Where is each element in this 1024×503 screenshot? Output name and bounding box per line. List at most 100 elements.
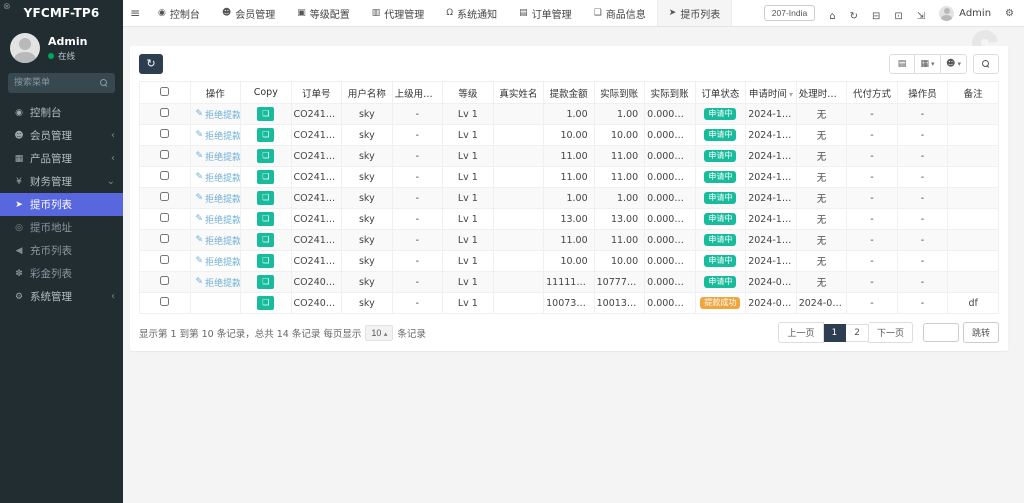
row-checkbox[interactable] bbox=[160, 150, 169, 159]
sidebar-search-button[interactable] bbox=[93, 73, 115, 93]
select-all-checkbox[interactable] bbox=[160, 87, 169, 96]
row-checkbox[interactable] bbox=[160, 297, 169, 306]
nav-tab-withdraw-list[interactable]: ➤提币列表 bbox=[657, 0, 733, 26]
refresh-button[interactable]: ↻ bbox=[139, 54, 163, 74]
page-size-dropdown[interactable]: 10 ▴ bbox=[365, 325, 393, 341]
col-header-copy: Copy bbox=[241, 82, 292, 104]
copy-button[interactable]: ❏ bbox=[257, 275, 274, 289]
page-button-1[interactable]: 1 bbox=[824, 324, 847, 342]
reject-withdraw-link[interactable]: ✎拒绝提款 bbox=[196, 192, 241, 205]
copy-button[interactable]: ❏ bbox=[257, 254, 274, 268]
jump-button[interactable]: 跳转 bbox=[963, 322, 999, 343]
sidebar-item-withdraw-address[interactable]: ◎提币地址 bbox=[0, 216, 123, 239]
reject-withdraw-link[interactable]: ✎拒绝提款 bbox=[196, 108, 241, 121]
reject-withdraw-link[interactable]: ✎拒绝提款 bbox=[196, 234, 241, 247]
sidebar-item-members[interactable]: ☻会员管理‹ bbox=[0, 124, 123, 147]
copy-button[interactable]: ❏ bbox=[257, 128, 274, 142]
cell-level: Lv 1 bbox=[443, 293, 494, 314]
trash-icon[interactable]: ⊟ bbox=[872, 11, 880, 22]
sidebar-item-products[interactable]: ▦产品管理‹ bbox=[0, 147, 123, 170]
sidebar-item-finance[interactable]: ¥财务管理⌄ bbox=[0, 170, 123, 193]
next-page-button[interactable]: 下一页 bbox=[869, 322, 913, 343]
col-header-process_time[interactable]: 处理时间⇅ bbox=[796, 82, 847, 104]
reject-withdraw-link[interactable]: ✎拒绝提款 bbox=[196, 213, 241, 226]
reject-withdraw-link[interactable]: ✎拒绝提款 bbox=[196, 150, 241, 163]
sidebar-item-bonus-list[interactable]: ✽彩金列表 bbox=[0, 262, 123, 285]
row-checkbox[interactable] bbox=[160, 213, 169, 222]
export-button[interactable]: ☻ ▾ bbox=[941, 54, 967, 74]
cell-actual1: 1.00 bbox=[594, 188, 645, 209]
nav-tab-notifications[interactable]: Ω系统通知 bbox=[435, 0, 508, 26]
goods-icon: ❑ bbox=[594, 8, 602, 18]
nav-tab-dashboard[interactable]: ◉控制台 bbox=[147, 0, 211, 26]
refresh-icon[interactable]: ↻ bbox=[850, 11, 858, 22]
copy-button[interactable]: ❏ bbox=[257, 170, 274, 184]
prev-page-button[interactable]: 上一页 bbox=[778, 322, 823, 343]
cell-amount: 1.00 bbox=[544, 188, 595, 209]
sidebar-search-input[interactable] bbox=[8, 73, 93, 93]
col-header-label: 处理时间 bbox=[799, 89, 837, 100]
col-header-select[interactable] bbox=[140, 82, 191, 104]
copy-button[interactable]: ❏ bbox=[257, 212, 274, 226]
col-header-apply_time[interactable]: 申请时间▾ bbox=[746, 82, 797, 104]
nav-tab-label: 订单管理 bbox=[532, 6, 572, 21]
reject-withdraw-link[interactable]: ✎拒绝提款 bbox=[196, 129, 241, 142]
cell-apply_time: 2024-12-18 12:22:58 bbox=[746, 209, 797, 230]
row-checkbox[interactable] bbox=[160, 192, 169, 201]
system-icon: ⚙ bbox=[12, 292, 26, 302]
reject-withdraw-link[interactable]: ✎拒绝提款 bbox=[196, 255, 241, 268]
sidebar-item-label: 会员管理 bbox=[30, 128, 111, 143]
gears-icon[interactable]: ⚙ bbox=[1005, 8, 1014, 19]
toggle-view-button[interactable]: ▤ bbox=[889, 54, 915, 74]
table-row: ✎拒绝提款同意提款❏CO2412181424355625sky-Lv 111.0… bbox=[140, 146, 999, 167]
sidebar-item-deposit-list[interactable]: ◀充币列表 bbox=[0, 239, 123, 262]
copy-button[interactable]: ❏ bbox=[257, 149, 274, 163]
cell-status: 申请中 bbox=[695, 146, 746, 167]
columns-button[interactable]: ▦ ▾ bbox=[915, 54, 941, 74]
row-checkbox[interactable] bbox=[160, 129, 169, 138]
cell-apply_time: 2024-12-18 15:14:05 bbox=[746, 104, 797, 125]
cell-order_no: CO2407151525504254 bbox=[291, 272, 342, 293]
status-badge: 申请中 bbox=[704, 150, 736, 162]
reject-withdraw-link[interactable]: ✎拒绝提款 bbox=[196, 276, 241, 289]
cell-remark bbox=[948, 146, 999, 167]
cell-op: ✎拒绝提款同意提款 bbox=[190, 104, 241, 125]
home-icon[interactable]: ⌂ bbox=[829, 11, 835, 22]
brand-logo[interactable]: YFCMF-TP6 bbox=[0, 0, 123, 27]
hamburger-icon[interactable]: ≡ bbox=[123, 0, 147, 26]
fullscreen-icon[interactable]: ⇲ bbox=[917, 11, 925, 22]
cell-order_no: CO2412181208369514 bbox=[291, 230, 342, 251]
sidebar-item-system[interactable]: ⚙系统管理‹ bbox=[0, 285, 123, 308]
row-checkbox[interactable] bbox=[160, 108, 169, 117]
pencil-icon: ✎ bbox=[196, 235, 204, 245]
row-checkbox[interactable] bbox=[160, 276, 169, 285]
nav-tab-goods[interactable]: ❑商品信息 bbox=[583, 0, 657, 26]
copy-button[interactable]: ❏ bbox=[257, 296, 274, 310]
page-button-2[interactable]: 2 bbox=[846, 324, 869, 342]
nav-tab-agent[interactable]: ▥代理管理 bbox=[361, 0, 436, 26]
nav-tab-members[interactable]: ☻会员管理 bbox=[211, 0, 286, 26]
clipboard-icon[interactable]: ⊡ bbox=[894, 11, 902, 22]
jump-page-input[interactable] bbox=[923, 323, 959, 342]
row-checkbox[interactable] bbox=[160, 255, 169, 264]
copy-button[interactable]: ❏ bbox=[257, 233, 274, 247]
user-panel: Admin 在线 bbox=[0, 27, 123, 71]
cell-parent: - bbox=[392, 293, 443, 314]
online-dot-icon bbox=[48, 53, 54, 59]
cell-realname bbox=[493, 146, 544, 167]
cell-remark bbox=[948, 230, 999, 251]
sidebar-item-withdraw-list[interactable]: ➤提币列表 bbox=[0, 193, 123, 216]
copy-button[interactable]: ❏ bbox=[257, 107, 274, 121]
reject-withdraw-link[interactable]: ✎拒绝提款 bbox=[196, 171, 241, 184]
region-button[interactable]: 207-India bbox=[764, 5, 815, 21]
nav-tab-level-config[interactable]: ▣等级配置 bbox=[286, 0, 361, 26]
nav-tab-orders[interactable]: ▤订单管理 bbox=[508, 0, 583, 26]
row-checkbox[interactable] bbox=[160, 234, 169, 243]
row-checkbox[interactable] bbox=[160, 171, 169, 180]
sidebar-item-dashboard[interactable]: ◉控制台 bbox=[0, 101, 123, 124]
copy-button[interactable]: ❏ bbox=[257, 191, 274, 205]
cell-parent: - bbox=[392, 209, 443, 230]
topbar-user[interactable]: Admin bbox=[939, 6, 991, 21]
table-search-button[interactable] bbox=[973, 54, 999, 74]
pagination: 显示第 1 到第 10 条记录，总共 14 条记录 每页显示 10 ▴ 条记录 … bbox=[139, 322, 999, 343]
